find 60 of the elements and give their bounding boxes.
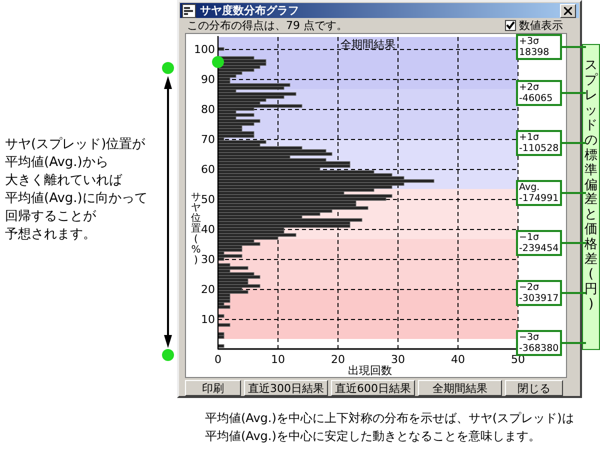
window-title: サヤ度数分布グラフ <box>200 3 300 18</box>
tick-label: 30 <box>391 353 405 366</box>
sigma-name: Avg. <box>519 182 540 193</box>
tick-label: 20 <box>201 283 215 296</box>
checkbox-label[interactable]: 数値表示 <box>519 18 563 33</box>
side-label: スプレッドの標準偏差と価格差(円) <box>582 44 600 350</box>
annotation-text: サヤ(スプレッド)位置が <box>5 136 146 154</box>
tick-label: 40 <box>451 353 465 366</box>
caption-text: 平均値(Avg.)を中心に安定した動きとなることを意味します。 <box>205 428 540 445</box>
tick-label: 90 <box>201 73 215 86</box>
caption-text: 平均値(Avg.)を中心に上下対称の分布を示せば、サヤ(スプレッド)は <box>205 410 574 427</box>
annotation-text: 予想されます。 <box>5 226 96 244</box>
sigma-value: 18398 <box>519 47 550 58</box>
marker-dot <box>212 56 224 68</box>
sigma-name: +1σ <box>519 132 540 143</box>
dialog-button[interactable]: 印刷 <box>185 380 241 396</box>
sigma-name: −3σ <box>519 332 540 343</box>
annotation-text: 大きく離れていれば <box>5 172 122 190</box>
sigma-value: -110528 <box>519 143 559 154</box>
checkbox[interactable] <box>505 20 516 31</box>
bar <box>218 314 224 318</box>
sigma-name: +3σ <box>519 36 540 47</box>
sigma-value: -46065 <box>519 93 553 104</box>
sigma-value: -303917 <box>519 293 559 304</box>
marker-dot <box>162 349 174 361</box>
axis-title: サヤ位置(%) <box>191 192 201 266</box>
sigma-value: -174991 <box>519 193 559 204</box>
bar <box>218 47 224 51</box>
tick-label: 70 <box>201 133 215 146</box>
tick-label: 50 <box>201 193 215 206</box>
tick-label: 30 <box>201 253 215 266</box>
sigma-name: −1σ <box>519 232 540 243</box>
tick-label: 100 <box>194 43 215 56</box>
sigma-name: −2σ <box>519 282 540 293</box>
dialog-button[interactable]: 閉じる <box>505 380 563 396</box>
chart-icon <box>182 4 196 18</box>
tick-label: 20 <box>331 353 345 366</box>
tick-label: 80 <box>201 103 215 116</box>
sigma-value: -239454 <box>519 243 559 254</box>
tick-label: 0 <box>214 353 222 366</box>
dialog-button[interactable]: 直近600日結果 <box>331 380 415 396</box>
axis-title: 出現回数 <box>348 364 392 377</box>
tick-label: 40 <box>201 223 215 236</box>
dialog-button[interactable]: 全期間結果 <box>418 380 502 396</box>
chart-title: 全期間結果 <box>340 38 396 51</box>
marker-dot <box>162 62 174 74</box>
bar <box>218 344 224 348</box>
annotation-text: 平均値(Avg.)に向かって <box>5 190 148 208</box>
close-icon <box>564 6 572 14</box>
tick-label: 10 <box>271 353 285 366</box>
score-text: この分布の得点は、79 点です。 <box>187 18 348 33</box>
bar <box>218 323 230 327</box>
tick-label: 10 <box>201 313 215 326</box>
annotation-text: 平均値(Avg.)から <box>5 154 108 172</box>
close-button[interactable] <box>560 4 576 18</box>
annotation-text: 回帰することが <box>5 208 96 226</box>
dialog-button[interactable]: 直近300日結果 <box>244 380 328 396</box>
tick-label: 60 <box>201 163 215 176</box>
sigma-name: +2σ <box>519 82 540 93</box>
sigma-value: -368380 <box>519 343 559 354</box>
